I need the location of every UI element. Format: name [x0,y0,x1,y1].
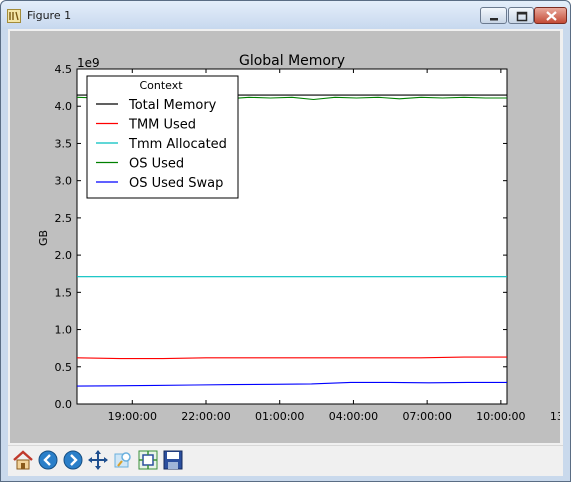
legend-title: Context [139,79,183,92]
configure-subplots-icon [138,450,158,470]
zoom-icon [114,452,131,468]
forward-button[interactable] [62,449,84,471]
legend-entry: TMM Used [128,118,196,133]
legend-entry: OS Used [129,157,184,172]
y-tick-label: 3.5 [55,137,73,150]
title-bar[interactable]: Figure 1 [1,1,570,29]
window-title: Figure 1 [27,9,72,22]
chart-title: Global Memory [239,53,345,69]
y-axis-label: GB [37,230,50,246]
app-icon [7,9,21,23]
minimize-button[interactable] [480,7,507,24]
y-tick-label: 2.5 [55,212,73,225]
save-icon [163,450,183,470]
pan-icon [88,450,108,470]
legend-entry: Tmm Allocated [128,137,227,152]
global-memory-chart[interactable]: Global Memory 1e9 GB 0.0 0.5 1.0 1.5 2.0 2.5 3… [10,31,573,443]
y-tick-label: 4.0 [55,100,73,113]
legend-entry: Total Memory [128,98,217,113]
maximize-button[interactable] [508,7,534,24]
configure-subplots-button[interactable] [137,449,159,471]
figure-canvas[interactable]: Global Memory 1e9 GB 0.0 0.5 1.0 1.5 2.0 2.5 3… [10,31,573,443]
maximize-icon [516,11,528,22]
y-tick-label: 4.5 [55,63,73,76]
zoom-button[interactable] [112,449,134,471]
y-scale-label: 1e9 [77,56,100,70]
x-tick-label: 07:00:00 [402,410,451,423]
legend-entry: OS Used Swap [129,176,223,191]
home-button[interactable] [12,449,34,471]
close-button[interactable] [534,7,567,24]
x-tick-label: 13:00:00 [550,410,560,423]
y-tick-label: 0.0 [55,398,73,411]
x-tick-label: 10:00:00 [476,410,525,423]
back-arrow-icon [38,450,58,470]
close-icon [546,11,557,21]
legend: Context Total Memory TMM Used Tmm Allocate… [86,75,239,199]
y-tick-label: 3.0 [55,175,73,188]
x-tick-label: 22:00:00 [181,410,230,423]
y-tick-label: 1.5 [55,286,73,299]
y-tick-label: 0.5 [55,361,73,374]
x-tick-label: 19:00:00 [108,410,157,423]
x-tick-label: 04:00:00 [329,410,378,423]
y-tick-label: 1.0 [55,324,73,337]
back-button[interactable] [37,449,59,471]
figure-area: Global Memory 1e9 GB 0.0 0.5 1.0 1.5 2.0 2.5 3… [8,29,573,445]
save-button[interactable] [162,449,184,471]
x-tick-label: 01:00:00 [255,410,304,423]
pan-button[interactable] [87,449,109,471]
figure-window: Figure 1 Global Memory 1e9 GB 0.0 0.5 1.0 1… [0,0,573,482]
minimize-icon [490,18,498,21]
home-icon [13,450,33,470]
window-client: Global Memory 1e9 GB 0.0 0.5 1.0 1.5 2.0 2.5 3… [8,29,573,476]
navigation-toolbar [8,445,563,476]
forward-arrow-icon [63,450,83,470]
y-tick-label: 2.0 [55,249,73,262]
